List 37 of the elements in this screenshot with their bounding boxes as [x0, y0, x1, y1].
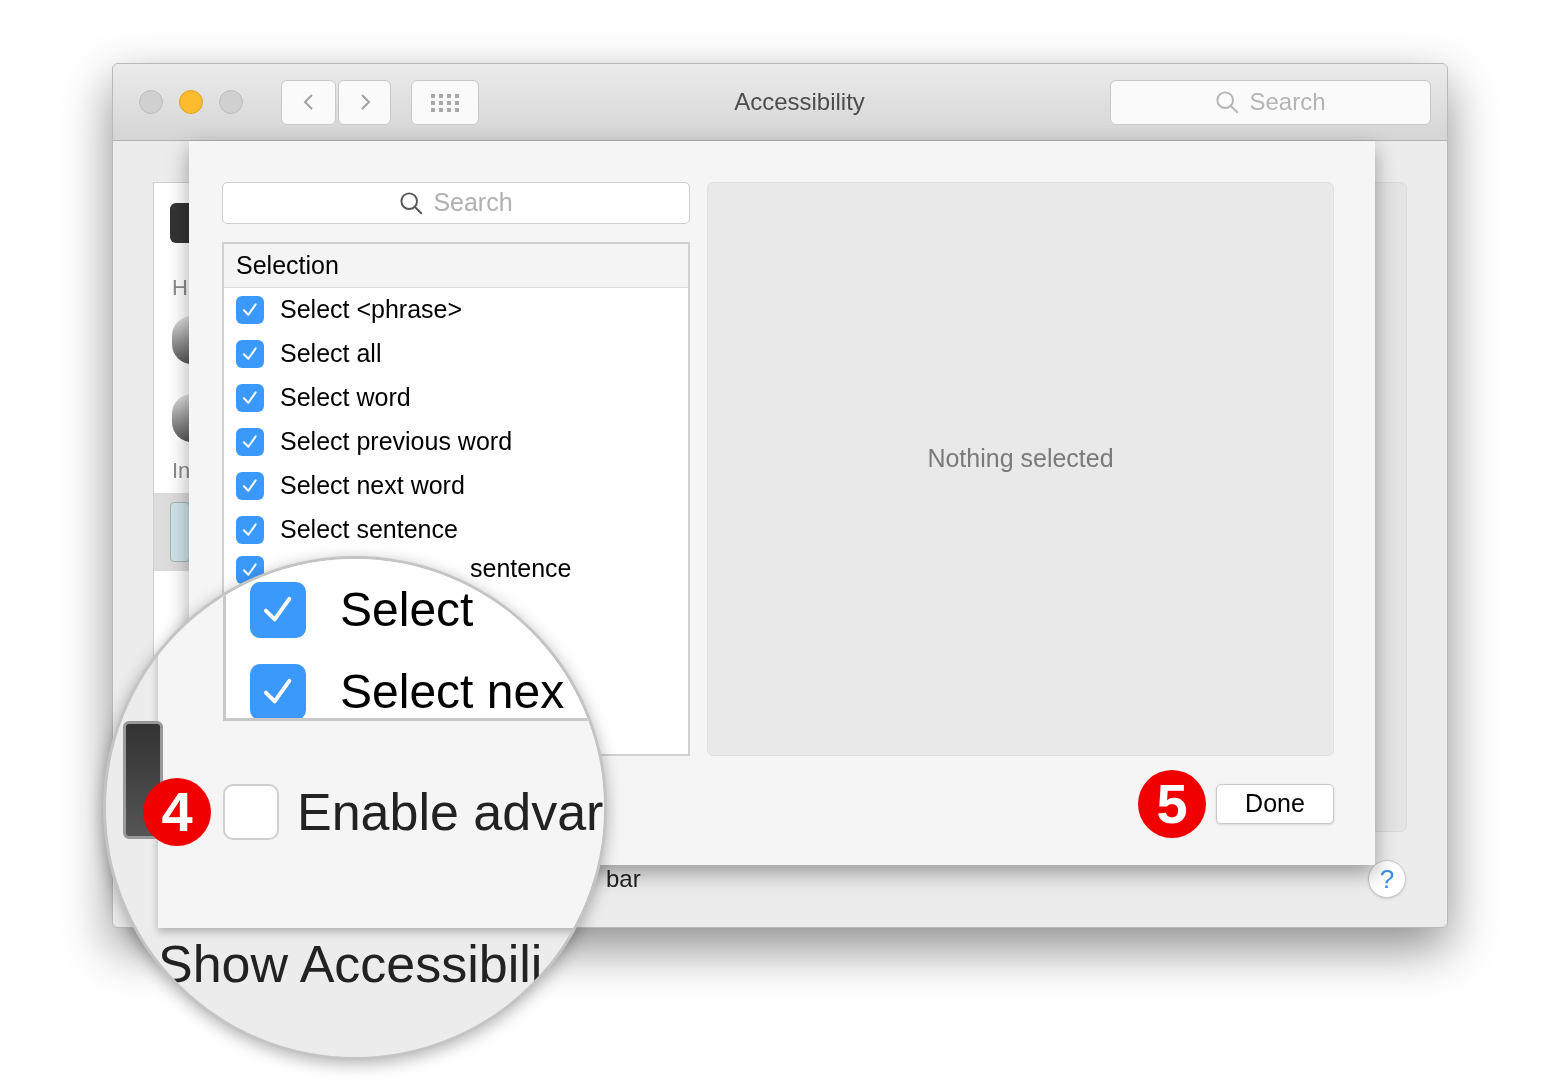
list-item[interactable]: Select	[340, 586, 474, 634]
checkbox[interactable]	[236, 472, 264, 500]
forward-button[interactable]	[338, 79, 391, 125]
sidebar-label: In	[172, 457, 191, 485]
callout-badge: 5	[1138, 770, 1206, 838]
list-item[interactable]: Select next word	[280, 467, 465, 505]
list-header: Selection	[224, 244, 688, 288]
caption-text: bar	[606, 864, 641, 894]
checkbox[interactable]	[250, 582, 306, 638]
list-item[interactable]: Select word	[280, 379, 411, 417]
checkbox[interactable]	[236, 340, 264, 368]
checkbox[interactable]	[236, 556, 264, 584]
list-item[interactable]: Select sentence	[280, 511, 458, 549]
list-item[interactable]: Select <phrase>	[280, 291, 463, 329]
display-icon	[170, 502, 190, 562]
checkbox[interactable]	[223, 784, 279, 840]
list-item[interactable]: sentence	[470, 556, 572, 581]
window-title: Accessibility	[734, 87, 865, 117]
list-item[interactable]: Select all	[280, 335, 382, 373]
checkbox[interactable]	[250, 664, 306, 718]
done-button[interactable]: Done	[1216, 784, 1334, 824]
show-all-button[interactable]	[411, 79, 479, 125]
detail-pane: Nothing selected	[707, 182, 1334, 756]
checkbox[interactable]	[236, 296, 264, 324]
caption-text: Show Accessibili	[158, 934, 543, 995]
search-icon	[399, 191, 424, 215]
search-icon	[1215, 90, 1240, 114]
checkbox[interactable]	[236, 428, 264, 456]
grid-icon	[429, 92, 461, 112]
back-button[interactable]	[281, 79, 336, 125]
option-label[interactable]: Enable advar	[297, 773, 604, 851]
list-item[interactable]: Select nex	[340, 668, 565, 716]
checkbox[interactable]	[236, 384, 264, 412]
checkbox[interactable]	[236, 516, 264, 544]
minimize-button[interactable]	[179, 90, 203, 114]
list-item[interactable]: Select previous word	[280, 423, 513, 461]
sidebar-label: H	[172, 274, 188, 302]
